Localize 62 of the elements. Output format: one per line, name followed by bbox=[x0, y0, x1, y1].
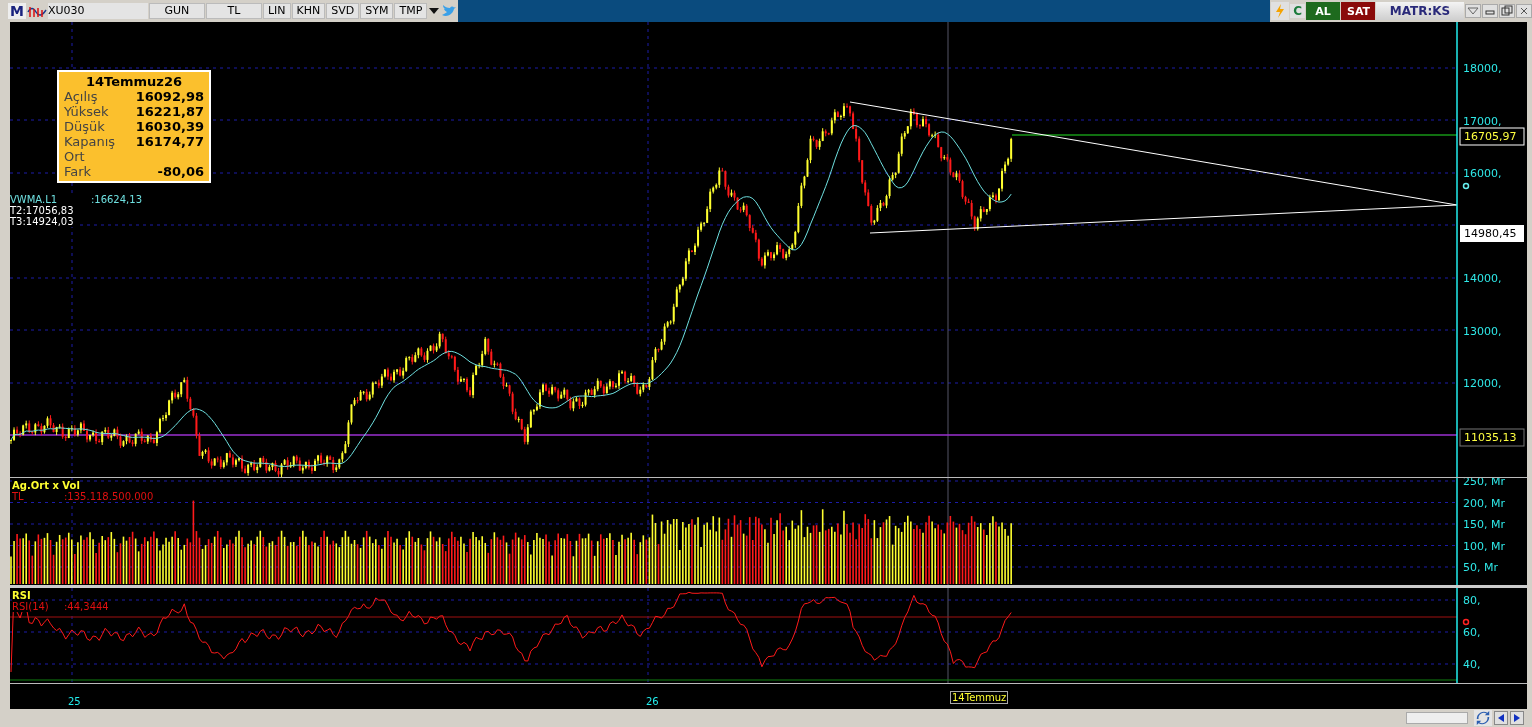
panel-title: RSI bbox=[12, 590, 31, 601]
legend-label: T2:17056,83 bbox=[10, 205, 74, 216]
marker-icon bbox=[1462, 618, 1470, 626]
info-label: Yüksek bbox=[64, 104, 109, 119]
legend-label: VWMA.L1 bbox=[10, 194, 58, 205]
horizontal-scrollbar[interactable] bbox=[1406, 712, 1468, 724]
toolbar-button[interactable]: KHN bbox=[291, 3, 326, 19]
axis-label: 150, Mr bbox=[1463, 518, 1505, 531]
panel-title: Ag.Ort x Vol bbox=[12, 480, 80, 491]
axis-label: 40, bbox=[1463, 658, 1481, 671]
refresh-button[interactable]: C bbox=[1290, 4, 1305, 18]
toolbar-button[interactable]: SYM bbox=[360, 3, 394, 19]
info-value: 16030,39 bbox=[135, 119, 204, 134]
toolbar-button[interactable]: GUN bbox=[148, 3, 205, 19]
dropdown-icon[interactable] bbox=[428, 7, 441, 15]
info-label: Fark bbox=[64, 164, 92, 179]
axis-label: 14000, bbox=[1463, 272, 1502, 285]
toolbar-button[interactable]: TMP bbox=[394, 3, 428, 19]
axis-label: 26 bbox=[646, 696, 659, 707]
marker-icon bbox=[1462, 182, 1470, 190]
trend-line[interactable] bbox=[869, 204, 1458, 234]
indicator-value: :44,3444 bbox=[64, 601, 109, 612]
info-value: -80,06 bbox=[157, 164, 204, 179]
axis-label: 80, bbox=[1463, 594, 1481, 607]
info-value: 16174,77 bbox=[135, 134, 204, 149]
axis-label: 12000, bbox=[1463, 377, 1502, 390]
price-label: 16705,97 bbox=[1459, 127, 1525, 146]
minimize-icon[interactable] bbox=[1482, 4, 1498, 18]
app-logo[interactable]: M bbox=[8, 3, 26, 19]
info-label: Düşük bbox=[64, 119, 105, 134]
legend-value: :16624,13 bbox=[90, 194, 142, 205]
axis-label: 17000, bbox=[1463, 114, 1502, 128]
symbol-field[interactable]: XU030 bbox=[47, 3, 148, 19]
axis-label: 60, bbox=[1463, 626, 1481, 639]
info-label: Ort bbox=[64, 149, 85, 164]
toolbar-button[interactable]: LIN bbox=[262, 3, 291, 19]
info-value: 16092,98 bbox=[135, 89, 204, 104]
axis-label: 100, Mr bbox=[1463, 539, 1505, 553]
sync-icon[interactable] bbox=[1474, 710, 1492, 726]
indicator-value: :135.118.500.000 bbox=[64, 491, 154, 502]
legend-label: T3:14924,03 bbox=[10, 216, 74, 227]
date-label: 14Temmuz bbox=[950, 691, 1009, 704]
axis-label: 18000, bbox=[1463, 62, 1502, 75]
restore-icon[interactable] bbox=[1499, 4, 1515, 18]
toolbar-button[interactable]: TL bbox=[205, 3, 262, 19]
axis-label: 25 bbox=[68, 696, 81, 707]
info-label: Açılış bbox=[64, 89, 98, 104]
sell-button[interactable]: SAT bbox=[1341, 2, 1375, 20]
chart-wave-icon[interactable] bbox=[26, 4, 47, 18]
buy-button[interactable]: AL bbox=[1306, 2, 1340, 20]
axis-label: 16000, bbox=[1463, 167, 1502, 180]
brand-logo: MATR:KS bbox=[1376, 2, 1464, 20]
axis-label: 13000, bbox=[1463, 324, 1502, 338]
info-title: 14Temmuz26 bbox=[84, 74, 184, 89]
toolbar-button[interactable]: SVD bbox=[326, 3, 360, 19]
price-label: 11035,13 bbox=[1459, 428, 1525, 447]
close-icon[interactable] bbox=[1516, 4, 1532, 18]
axis-label: 50, Mr bbox=[1463, 561, 1498, 574]
info-label: Kapanış bbox=[64, 134, 116, 149]
axis-label: 200, Mr bbox=[1463, 496, 1505, 510]
info-value: 16221,87 bbox=[135, 104, 204, 119]
price-label: 14980,45 bbox=[1460, 225, 1524, 242]
